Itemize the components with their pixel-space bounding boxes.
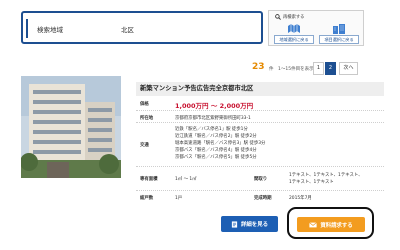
traffic-row: 交通 近鉄「駅名／バス停名1」駅 徒歩1分 近江鉄道「駅名／バス停名2」駅 徒歩…	[136, 123, 384, 167]
reselect-title: 再検索する	[275, 14, 304, 20]
page-1-button[interactable]: 1	[313, 62, 324, 75]
accent-bar	[26, 19, 28, 38]
area-label: 専有面積	[140, 177, 158, 182]
reselect-panel: 再検索する 地域選択に戻る 項目選択に戻る	[268, 10, 364, 46]
traffic-label: 交通	[140, 143, 149, 148]
result-range: 件 1〜15件目を表示	[269, 67, 314, 72]
search-area-label: 検索地域	[37, 26, 63, 34]
next-page-button[interactable]: 次へ	[339, 62, 358, 75]
price-row: 価格 1,000万円 ～ 2,000万円	[136, 97, 384, 111]
request-materials-label: 資料請求する	[320, 222, 353, 229]
area-select-back-label: 地域選択に戻る	[274, 35, 314, 44]
traffic-line: 京都バス「駅名／バス停名5」駅 徒歩5分	[175, 155, 257, 160]
traffic-line: 近鉄「駅名／バス停名1」駅 徒歩1分	[175, 127, 248, 132]
traffic-line: 京都バス「駅名／バス停名4」駅 徒歩4分	[175, 148, 257, 153]
search-condition-box: 検索地域 北区	[21, 11, 263, 44]
layout-value: 1テキスト、1テキスト、1テキスト、	[289, 173, 363, 178]
units-value: 1戸	[175, 196, 183, 201]
reselect-title-text: 再検索する	[283, 15, 305, 20]
traffic-line: 堀本高速道路「駅名／バス停名3」駅 徒歩3分	[175, 141, 266, 146]
units-label: 総戸数	[140, 196, 154, 201]
property-title[interactable]: 新築マンション予告広告完全京都市北区	[136, 82, 384, 96]
result-count: 23	[252, 62, 265, 72]
buildings-icon	[333, 24, 345, 34]
area-select-back-button[interactable]: 地域選択に戻る	[274, 22, 314, 44]
building-photo-image	[21, 76, 121, 178]
request-highlight-frame: 資料請求する	[287, 207, 374, 239]
layout-value: 1テキスト、1テキスト	[289, 180, 334, 185]
address-row: 所在地 京都府京都市北区紫野東御所田町33-1	[136, 111, 384, 123]
document-icon	[231, 220, 238, 228]
mail-icon	[309, 221, 318, 227]
map-icon	[288, 24, 300, 33]
address-label: 所在地	[140, 116, 154, 121]
units-row: 総戸数 1戸 完成時期 2015年7月	[136, 191, 384, 202]
address-value: 京都府京都市北区紫野東御所田町33-1	[175, 116, 251, 121]
price-label: 価格	[140, 102, 149, 107]
view-details-label: 詳細を見る	[241, 222, 268, 228]
area-value: 1㎡ ～ 1㎡	[175, 177, 197, 182]
search-area-value: 北区	[121, 26, 134, 34]
price-value: 1,000万円 ～ 2,000万円	[175, 102, 254, 110]
completion-value: 2015年7月	[289, 196, 312, 201]
layout-label: 間取り	[254, 177, 268, 182]
request-materials-button[interactable]: 資料請求する	[297, 217, 365, 232]
view-details-button[interactable]: 詳細を見る	[221, 216, 278, 232]
area-layout-row: 専有面積 1㎡ ～ 1㎡ 間取り 1テキスト、1テキスト、1テキスト、 1テキス…	[136, 167, 384, 191]
item-select-back-button[interactable]: 項目選択に戻る	[319, 22, 359, 44]
traffic-line: 近江鉄道「駅名／バス停名2」駅 徒歩2分	[175, 134, 257, 139]
search-icon	[275, 14, 281, 20]
page-2-button[interactable]: 2	[325, 62, 336, 75]
item-select-back-label: 項目選択に戻る	[319, 35, 359, 44]
property-photo[interactable]	[21, 76, 121, 178]
completion-label: 完成時期	[254, 196, 272, 201]
